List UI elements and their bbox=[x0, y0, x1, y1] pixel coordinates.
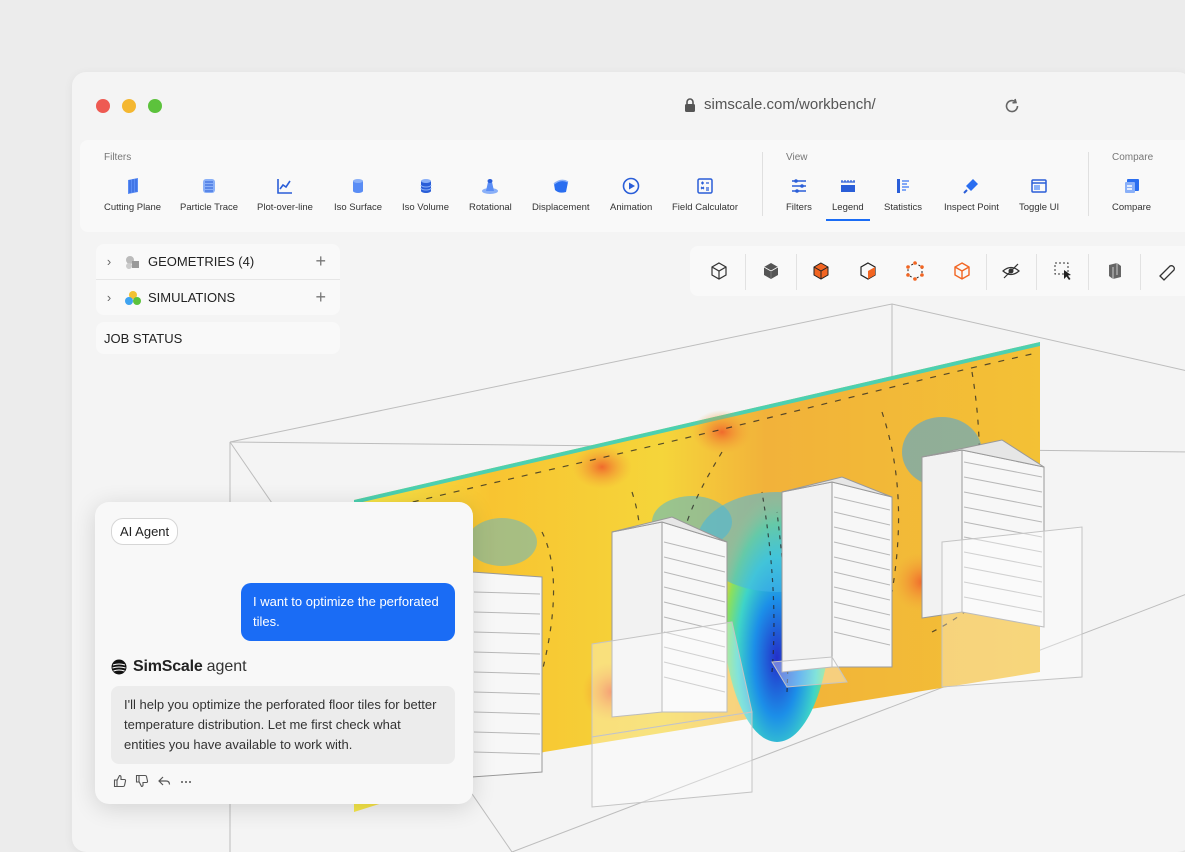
tool-toggle-ui[interactable]: Toggle UI bbox=[1019, 176, 1059, 213]
post-processing-toolbar: Filters Cutting Plane Particle Trace Plo… bbox=[80, 140, 1185, 232]
thumbs-down-icon[interactable] bbox=[135, 774, 149, 788]
rotational-icon bbox=[482, 179, 499, 194]
simscale-logo-icon bbox=[111, 659, 127, 675]
tool-animation[interactable]: Animation bbox=[610, 176, 652, 213]
filters-group-label: Filters bbox=[104, 152, 132, 163]
chevron-right-icon[interactable]: › bbox=[96, 254, 122, 269]
project-tree: › GEOMETRIES (4) + › SIMULATIONS + bbox=[96, 244, 340, 315]
tool-iso-volume[interactable]: Iso Volume bbox=[402, 176, 449, 213]
geometries-icon bbox=[122, 254, 144, 270]
compare-icon bbox=[1124, 179, 1139, 193]
measure-icon[interactable] bbox=[1156, 260, 1178, 282]
inspect-point-icon bbox=[963, 179, 979, 194]
iso-surface-icon bbox=[353, 179, 364, 193]
tool-particle-trace[interactable]: Particle Trace bbox=[180, 176, 238, 213]
select-volume-icon[interactable] bbox=[810, 260, 832, 282]
toolbar-divider bbox=[762, 152, 763, 216]
tool-statistics[interactable]: Statistics bbox=[884, 176, 922, 213]
message-actions bbox=[113, 774, 193, 788]
wireframe-cube-icon[interactable] bbox=[708, 260, 730, 282]
minimize-window-button[interactable] bbox=[122, 99, 136, 113]
ai-agent-panel: AI Agent I want to optimize the perforat… bbox=[95, 502, 473, 804]
toolbar-divider bbox=[1088, 152, 1089, 216]
user-message: I want to optimize the perforated tiles. bbox=[241, 583, 455, 641]
tool-cutting-plane[interactable]: Cutting Plane bbox=[104, 176, 161, 213]
reload-icon[interactable] bbox=[1002, 96, 1022, 116]
cutting-plane-icon bbox=[127, 178, 138, 194]
add-geometry-button[interactable]: + bbox=[315, 251, 326, 272]
view-group-label: View bbox=[786, 152, 808, 163]
job-status-panel[interactable]: JOB STATUS bbox=[96, 322, 340, 354]
tool-rotational[interactable]: Rotational bbox=[469, 176, 512, 213]
tool-displacement[interactable]: Displacement bbox=[532, 176, 590, 213]
add-simulation-button[interactable]: + bbox=[315, 287, 326, 308]
iso-volume-icon bbox=[420, 179, 431, 193]
ai-agent-chip[interactable]: AI Agent bbox=[111, 518, 179, 545]
solid-cube-icon[interactable] bbox=[760, 260, 782, 282]
section-view-icon[interactable] bbox=[1104, 260, 1126, 282]
tool-inspect-point[interactable]: Inspect Point bbox=[944, 176, 999, 213]
select-edge-icon[interactable] bbox=[951, 260, 973, 282]
brand-suffix: agent bbox=[206, 658, 247, 675]
toggle-ui-icon bbox=[1031, 179, 1047, 193]
filters-icon bbox=[791, 179, 806, 193]
tool-plot-over-line[interactable]: Plot-over-line bbox=[257, 176, 313, 213]
url-text: simscale.com/workbench/ bbox=[704, 96, 876, 113]
viewport-toolbar bbox=[690, 246, 1185, 296]
particle-trace-icon bbox=[203, 179, 216, 193]
legend-icon bbox=[840, 180, 855, 192]
agent-message: I'll help you optimize the perforated fl… bbox=[111, 686, 455, 764]
box-select-icon[interactable] bbox=[1052, 260, 1074, 282]
more-options-icon[interactable] bbox=[179, 774, 193, 788]
tree-item-geometries[interactable]: › GEOMETRIES (4) + bbox=[96, 244, 340, 279]
simulations-icon bbox=[122, 290, 144, 306]
plot-over-line-icon bbox=[277, 179, 292, 194]
tool-view-filters[interactable]: Filters bbox=[786, 176, 812, 213]
tool-iso-surface[interactable]: Iso Surface bbox=[334, 176, 382, 213]
brand-name: SimScale bbox=[133, 658, 203, 675]
hide-selection-icon[interactable] bbox=[1000, 260, 1022, 282]
chevron-right-icon[interactable]: › bbox=[96, 290, 122, 305]
tool-compare[interactable]: Compare bbox=[1112, 176, 1151, 213]
browser-titlebar: simscale.com/workbench/ bbox=[72, 72, 1185, 138]
tool-legend[interactable]: Legend bbox=[826, 176, 870, 221]
select-face-icon[interactable] bbox=[857, 260, 879, 282]
animation-icon bbox=[622, 177, 640, 195]
maximize-window-button[interactable] bbox=[148, 99, 162, 113]
tree-item-simulations[interactable]: › SIMULATIONS + bbox=[96, 279, 340, 315]
statistics-icon bbox=[897, 179, 909, 193]
lock-icon bbox=[685, 97, 695, 112]
compare-group-label: Compare bbox=[1112, 152, 1154, 163]
tool-field-calculator[interactable]: Field Calculator bbox=[672, 176, 738, 213]
close-window-button[interactable] bbox=[96, 99, 110, 113]
select-vertex-icon[interactable] bbox=[904, 260, 926, 282]
thumbs-up-icon[interactable] bbox=[113, 774, 127, 788]
address-bar[interactable]: simscale.com/workbench/ bbox=[684, 96, 876, 113]
reply-icon[interactable] bbox=[157, 774, 171, 788]
agent-brand: SimScale agent bbox=[111, 658, 247, 676]
field-calculator-icon bbox=[697, 178, 713, 194]
displacement-icon bbox=[553, 179, 569, 193]
